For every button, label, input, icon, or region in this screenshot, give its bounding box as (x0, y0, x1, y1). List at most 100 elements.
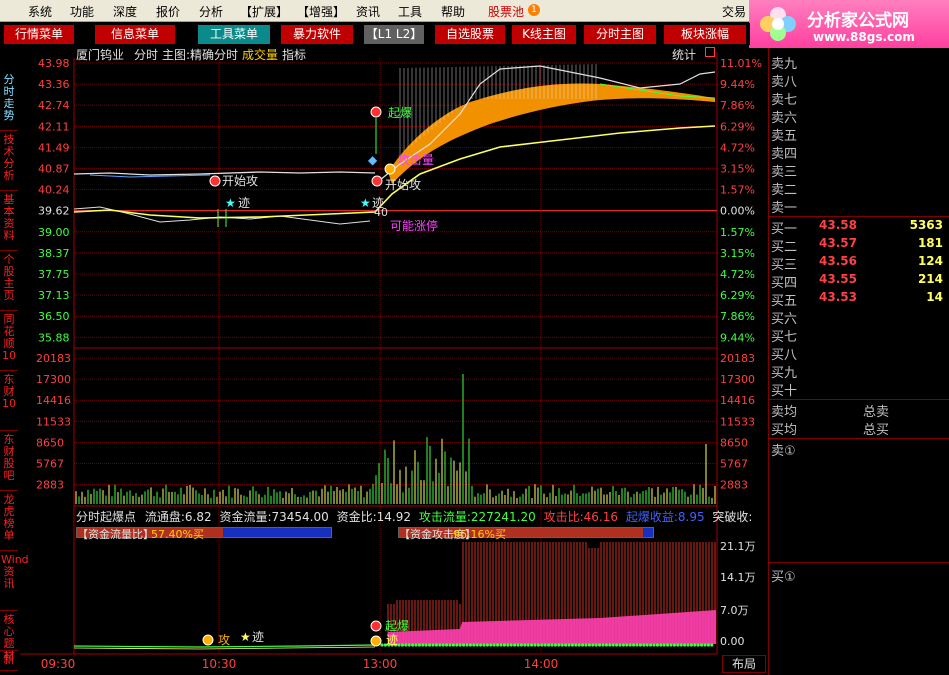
money-attack-bar: 【资金攻击度】 96.16%买 (398, 527, 654, 541)
menu-extend[interactable]: 【扩展】 (240, 3, 288, 20)
buy-row: 买十 (771, 380, 949, 399)
tab-info-menu[interactable]: 信息菜单 (95, 25, 175, 44)
sell-avg-label: 卖均 (771, 405, 798, 420)
buy-price: 43.53 (819, 290, 857, 304)
volume-label[interactable]: 成交量 (242, 46, 278, 63)
attack-signal-dot (557, 643, 561, 647)
attack-signal-dot (428, 643, 432, 647)
buy-level-label: 买六 (771, 312, 798, 327)
menu-quote[interactable]: 报价 (156, 3, 180, 20)
percent-tick-label: 9.44% (720, 78, 755, 91)
tab-l1-l2[interactable]: 【L1 L2】 (364, 25, 424, 44)
rise-up-label: 起爆 (388, 106, 412, 120)
volume-tick-label: 17300 (36, 373, 71, 386)
time-tick-label: 09:30 (41, 657, 76, 671)
sell-level-label: 卖一 (771, 201, 798, 216)
buy-row: 买二 43.57 181 (771, 236, 949, 255)
buy-avg-row: 买均 总买 (771, 419, 949, 438)
menu-tools[interactable]: 工具 (398, 3, 422, 20)
menu-news[interactable]: 资讯 (356, 3, 380, 20)
collapse-icon[interactable] (705, 47, 715, 57)
indicator-tick-label: 21.1万 (720, 540, 756, 553)
left-tab-divider (0, 250, 18, 251)
attack-signal-dot (621, 643, 626, 647)
menu-analysis[interactable]: 分析 (199, 3, 223, 20)
money-flow-ratio-value: 57.40%买 (151, 528, 204, 541)
buy-avg-label: 买均 (771, 423, 798, 438)
main-chart-label[interactable]: 主图:精确分时 (162, 46, 238, 63)
rise-gain-value: 8.95 (677, 510, 705, 524)
menu-depth[interactable]: 深度 (113, 3, 137, 20)
percent-tick-label: 3.15% (720, 247, 755, 260)
attack-signal-dot (581, 643, 585, 647)
attack-signal-dot (710, 643, 714, 647)
menu-trade[interactable]: 交易 (722, 3, 746, 20)
stock-name: 厦门钨业 (76, 48, 125, 62)
chart-mode[interactable]: 分时 (134, 46, 158, 63)
left-tab-1[interactable]: 技术分析 (1, 134, 17, 182)
attack-signal-dot (696, 643, 700, 647)
order-book-divider (769, 399, 949, 400)
indicator-header: 分时起爆点 流通盘:6.82 资金流量:73454.00 资金比:14.92 攻… (76, 508, 752, 525)
buy-row: 买七 (771, 326, 949, 345)
indicator-label[interactable]: 指标 (282, 46, 306, 63)
layout-button[interactable]: 布局 (722, 655, 766, 673)
money-flow-value: 73454.00 (271, 510, 329, 524)
tab-watchlist[interactable]: 自选股票 (435, 25, 505, 44)
order-book-divider (769, 216, 949, 217)
left-tab-3[interactable]: 个股主页 (1, 254, 17, 302)
break-label: 突破收: (712, 510, 753, 524)
percent-tick-label: 6.29% (720, 120, 755, 133)
attack-signal-dot (587, 643, 592, 647)
attack-signal-dot (547, 643, 551, 647)
buy-row: 买三 43.56 124 (771, 254, 949, 273)
attack-signal-dot (530, 643, 534, 647)
tab-tools-menu[interactable]: 工具菜单 (198, 25, 270, 44)
attack-signal-dot (676, 643, 680, 647)
attack-signal-dot (482, 643, 486, 647)
menu-system[interactable]: 系统 (28, 3, 52, 20)
total-sell-label: 总卖 (863, 405, 890, 420)
sell-level-label: 卖二 (771, 183, 798, 198)
tab-power-software[interactable]: 暴力软件 (281, 25, 353, 44)
intraday-chart: 43.98 11.01% 43.36 9.44% 42.74 7.86% 42.11 6.29… (20, 52, 762, 671)
menu-stock-pool[interactable]: 股票池 (488, 3, 524, 20)
menu-help[interactable]: 帮助 (441, 3, 465, 20)
site-logo: 分析家公式网 www.88gs.com (749, 0, 949, 48)
stat-label[interactable]: 统计 (672, 46, 696, 63)
buy-row: 买五 43.53 14 (771, 290, 949, 309)
tab-intraday-chart[interactable]: 分时主图 (584, 25, 656, 44)
orange-attack-band (388, 83, 715, 184)
attack-signal-dot (536, 643, 541, 647)
tab-sector-gain[interactable]: 板块涨幅 (664, 25, 746, 44)
left-tab-divider (0, 190, 18, 191)
left-tab-0[interactable]: 分时走势 (1, 74, 17, 122)
attack-signal-dot (445, 643, 449, 647)
left-tab-6[interactable]: 东财股吧 (1, 434, 17, 482)
attack-signal-dot (417, 643, 421, 647)
sell-level-label: 卖九 (771, 57, 798, 72)
menu-enhance[interactable]: 【增强】 (297, 3, 345, 20)
buy-level-label: 买十 (771, 384, 798, 399)
sell-row: 卖一 (771, 197, 949, 216)
attack-signal-dot (448, 643, 452, 647)
left-tab-10[interactable]: 新 (1, 654, 17, 666)
attack-signal-dot (608, 643, 612, 647)
buy-volume: 214 (917, 272, 943, 286)
volume-tick-label-right: 20183 (720, 352, 755, 365)
volume-tick-label: 2883 (36, 479, 64, 492)
indicator-trace-label: 迹 (252, 630, 264, 644)
attack-signal-dot (543, 643, 547, 647)
menu-function[interactable]: 功能 (70, 3, 94, 20)
left-tab-2[interactable]: 基本资料 (1, 194, 17, 242)
price-tick-label: 38.37 (38, 247, 70, 260)
buy-price: 43.58 (819, 218, 857, 232)
attack-signal-dot (635, 643, 639, 647)
tab-kline-chart[interactable]: K线主图 (512, 25, 576, 44)
left-tab-divider (0, 670, 18, 671)
left-tab-4[interactable]: 同花顺10 (1, 314, 17, 362)
left-tab-5[interactable]: 东财10 (1, 374, 17, 410)
tab-quote-menu[interactable]: 行情菜单 (4, 25, 74, 44)
left-tab-7[interactable]: 龙虎榜单 (1, 494, 17, 542)
left-tab-8[interactable]: Wind资讯 (1, 554, 29, 590)
